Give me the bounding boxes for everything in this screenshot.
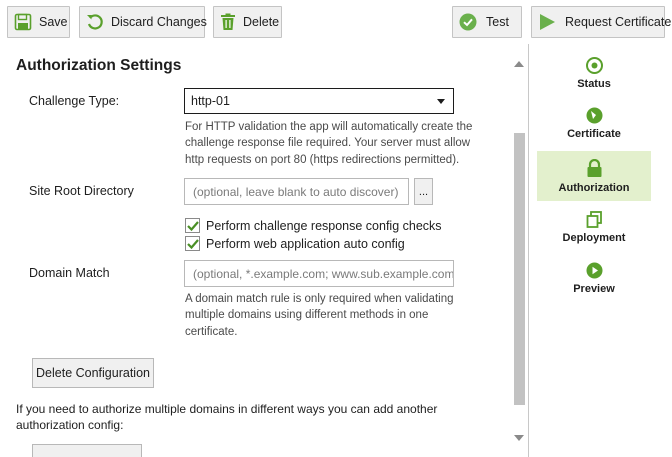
help-line: multiple domains using different methods… bbox=[185, 309, 429, 322]
domain-match-help-text: A domain match rule is only required whe… bbox=[185, 291, 453, 340]
nav-item-preview[interactable]: Preview bbox=[537, 258, 651, 298]
site-root-label: Site Root Directory bbox=[29, 184, 134, 198]
nav-label: Authorization bbox=[558, 181, 630, 194]
site-root-input[interactable]: (optional, leave blank to auto discover) bbox=[184, 178, 409, 205]
nav-item-status[interactable]: Status bbox=[537, 53, 651, 93]
discard-changes-label: Discard Changes bbox=[111, 15, 207, 29]
nav-label: Deployment bbox=[562, 231, 626, 244]
challenge-help-text: For HTTP validation the app will automat… bbox=[185, 119, 472, 168]
delete-configuration-button[interactable]: Delete Configuration bbox=[32, 358, 154, 388]
add-authorization-button[interactable] bbox=[32, 444, 142, 457]
trash-icon bbox=[221, 13, 235, 30]
checkmark-icon bbox=[187, 239, 199, 250]
save-label: Save bbox=[39, 15, 68, 29]
domain-match-label: Domain Match bbox=[29, 266, 110, 280]
auto-config-checkbox[interactable]: Perform web application auto config bbox=[185, 236, 405, 251]
nav-label: Preview bbox=[573, 282, 615, 295]
footer-line: If you need to authorize multiple domain… bbox=[16, 402, 438, 416]
scrollbar-thumb[interactable] bbox=[514, 133, 525, 405]
checkmark-icon bbox=[187, 221, 199, 232]
nav-label: Status bbox=[577, 77, 611, 90]
chevron-down-icon bbox=[437, 99, 445, 104]
domain-match-placeholder: (optional, *.example.com; www.sub.exampl… bbox=[193, 266, 454, 281]
lock-icon bbox=[587, 158, 601, 177]
site-root-placeholder: (optional, leave blank to auto discover) bbox=[193, 184, 399, 199]
checkbox-label: Perform web application auto config bbox=[206, 236, 405, 251]
certificate-icon bbox=[586, 107, 602, 123]
check-circle-icon bbox=[459, 13, 477, 31]
footer-text: If you need to authorize multiple domain… bbox=[16, 401, 437, 434]
delete-label: Delete bbox=[243, 15, 280, 29]
undo-icon bbox=[87, 14, 103, 30]
play-icon bbox=[586, 262, 602, 278]
status-icon bbox=[585, 56, 603, 74]
nav-item-authorization[interactable]: Authorization bbox=[537, 151, 651, 201]
delete-button[interactable]: Delete bbox=[213, 6, 282, 38]
challenge-type-value: http-01 bbox=[191, 94, 230, 108]
request-certificate-button[interactable]: Request Certificate bbox=[531, 6, 671, 38]
request-certificate-label: Request Certificate bbox=[565, 15, 672, 29]
help-line: challenge response file required. Your s… bbox=[185, 137, 471, 150]
page-title: Authorization Settings bbox=[16, 57, 182, 74]
nav-item-deployment[interactable]: Deployment bbox=[537, 207, 651, 247]
help-line: For HTTP validation the app will automat… bbox=[185, 121, 473, 133]
browse-label: ... bbox=[418, 185, 429, 198]
test-button[interactable]: Test bbox=[452, 6, 522, 38]
footer-line: authorization config: bbox=[16, 418, 124, 433]
help-line: certificate. bbox=[185, 325, 238, 338]
discard-changes-button[interactable]: Discard Changes bbox=[79, 6, 207, 38]
save-button[interactable]: Save bbox=[7, 6, 70, 38]
help-line: A domain match rule is only required whe… bbox=[185, 293, 454, 305]
test-label: Test bbox=[486, 15, 509, 29]
browse-button[interactable]: ... bbox=[414, 178, 433, 205]
nav-item-certificate[interactable]: Certificate bbox=[537, 103, 651, 143]
scroll-up-arrow-icon[interactable] bbox=[514, 61, 524, 67]
checkbox-box[interactable] bbox=[185, 236, 200, 251]
scroll-down-arrow-icon[interactable] bbox=[514, 435, 524, 441]
deployment-icon bbox=[586, 210, 602, 228]
play-icon bbox=[540, 14, 555, 30]
challenge-type-select[interactable]: http-01 bbox=[184, 88, 454, 114]
delete-configuration-label: Delete Configuration bbox=[36, 366, 150, 380]
nav-label: Certificate bbox=[567, 127, 621, 140]
nav-divider bbox=[528, 44, 529, 457]
checkbox-label: Perform challenge response config checks bbox=[206, 218, 442, 233]
checkbox-box[interactable] bbox=[185, 218, 200, 233]
help-line: http requests on port 80 (https redirect… bbox=[185, 153, 460, 166]
domain-match-input[interactable]: (optional, *.example.com; www.sub.exampl… bbox=[184, 260, 454, 287]
save-icon bbox=[14, 13, 32, 31]
challenge-check-checkbox[interactable]: Perform challenge response config checks bbox=[185, 218, 442, 233]
challenge-type-label: Challenge Type: bbox=[29, 94, 120, 108]
